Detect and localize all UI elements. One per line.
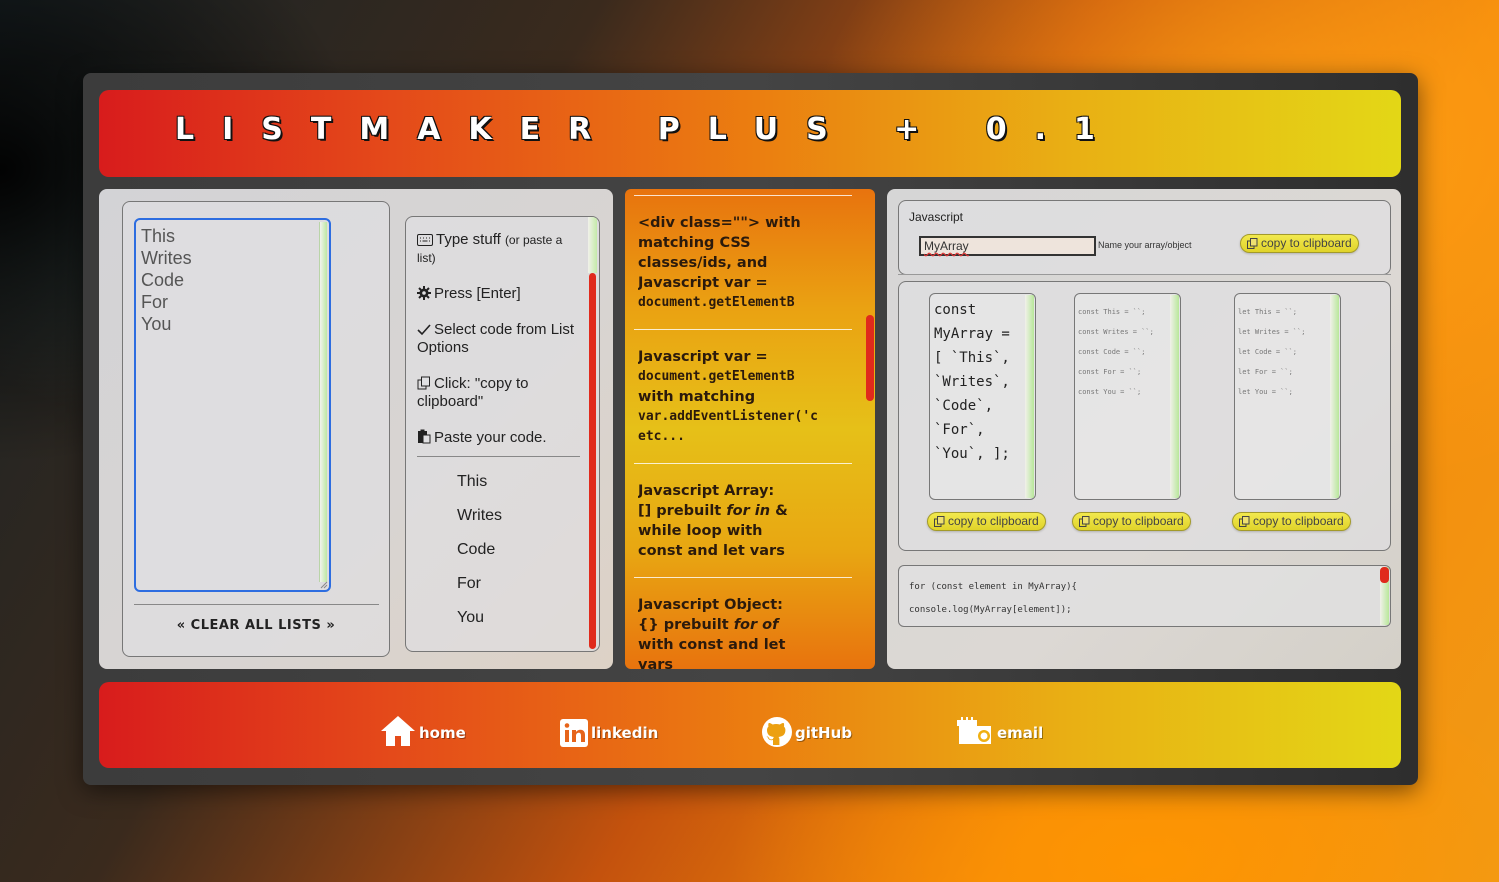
home-icon: [381, 716, 415, 746]
github-link[interactable]: gitHub: [761, 698, 852, 748]
email-link[interactable]: email: [955, 698, 1043, 748]
gear-icon: [417, 286, 431, 300]
option-js-array[interactable]: Javascript Array: [] prebuilt for in & w…: [638, 481, 875, 561]
code-const-box[interactable]: const This = ``; const Writes = ``; cons…: [1074, 293, 1181, 500]
mailbox-icon: [957, 717, 991, 744]
list-line: Writes: [141, 248, 192, 268]
input-card: This Writes Code For You « CLEAR ALL LIS…: [122, 201, 390, 657]
linkedin-icon: [560, 719, 588, 747]
list-line: Code: [141, 270, 185, 290]
page-title: LISTMAKER PLUS + 0.1: [175, 112, 1123, 147]
home-link[interactable]: home: [379, 698, 466, 748]
copy-icon: [417, 376, 430, 390]
scroll-track: [588, 217, 597, 273]
linkedin-link[interactable]: linkedin: [559, 698, 658, 748]
copy-const-button[interactable]: copy to clipboard: [1072, 512, 1191, 531]
loop-code-box[interactable]: for (const element in MyArray){ console.…: [898, 565, 1391, 627]
list-item: For: [457, 575, 481, 592]
divider: [134, 604, 379, 605]
github-icon: [762, 717, 792, 747]
code-output-panel: Javascript Name your array/object copy t…: [887, 189, 1401, 669]
list-textarea[interactable]: This Writes Code For You: [134, 218, 331, 592]
divider: [898, 274, 1391, 275]
list-item: Writes: [457, 507, 503, 524]
textarea-scrollbar[interactable]: [319, 222, 327, 582]
header-banner: LISTMAKER PLUS + 0.1: [99, 90, 1401, 177]
copy-array-button[interactable]: copy to clipboard: [927, 512, 1046, 531]
divider: [634, 195, 852, 196]
instruction-step: Press [Enter]: [417, 285, 577, 303]
code-array-box[interactable]: const MyArray = [ `This`, `Writes`, `Cod…: [929, 293, 1036, 500]
code-scrollbar[interactable]: [1025, 295, 1034, 498]
list-item: You: [457, 609, 484, 626]
instructions-scrollbar[interactable]: [589, 273, 596, 649]
divider: [417, 456, 580, 457]
instructions-card: Type stuff (or paste a list) Press [Ente…: [405, 216, 600, 652]
instruction-step: Select code from List Options: [417, 321, 575, 356]
options-scrollbar[interactable]: [866, 315, 874, 401]
check-icon: [417, 324, 431, 336]
loop-scrollbar[interactable]: [1380, 567, 1389, 583]
code-scrollbar[interactable]: [1330, 295, 1339, 498]
list-line: For: [141, 292, 168, 312]
copy-icon: [1239, 516, 1250, 527]
divider: [634, 577, 852, 578]
instruction-step: Type stuff (or paste a list): [417, 231, 563, 265]
list-panel: This Writes Code For You « CLEAR ALL LIS…: [99, 189, 613, 669]
list-item: Code: [457, 541, 496, 558]
paste-icon: [418, 429, 431, 444]
footer-nav: home linkedin gitHub email: [99, 682, 1401, 768]
divider: [634, 463, 852, 464]
copy-icon: [1247, 238, 1258, 249]
array-name-input[interactable]: MyArray: [919, 236, 1096, 256]
copy-name-button[interactable]: copy to clipboard: [1240, 234, 1359, 253]
keyboard-icon: [417, 234, 433, 246]
clear-all-lists-button[interactable]: « CLEAR ALL LISTS »: [123, 618, 389, 633]
list-item: This: [457, 473, 488, 490]
instruction-step: Click: "copy to clipboard": [417, 375, 529, 410]
list-line: You: [141, 314, 172, 334]
instruction-step: Paste your code.: [417, 429, 577, 447]
code-let-box[interactable]: let This = ``; let Writes = ``; let Code…: [1234, 293, 1341, 500]
copy-icon: [934, 516, 945, 527]
code-scrollbar[interactable]: [1170, 295, 1179, 498]
copy-icon: [1079, 516, 1090, 527]
divider: [634, 329, 852, 330]
list-line: This: [141, 226, 176, 246]
copy-let-button[interactable]: copy to clipboard: [1232, 512, 1351, 531]
list-options-panel: <div class=""> with matching CSS classes…: [625, 189, 875, 669]
resize-handle-icon[interactable]: [320, 581, 328, 589]
option-js-object[interactable]: Javascript Object: {} prebuilt for of wi…: [638, 595, 875, 669]
option-div-with-css[interactable]: <div class=""> with matching CSS classes…: [638, 213, 875, 313]
option-js-var-listener[interactable]: Javascript var = document.getElementB wi…: [638, 347, 875, 447]
name-hint: Name your array/object: [1098, 240, 1192, 250]
code-cards-container: const MyArray = [ `This`, `Writes`, `Cod…: [898, 281, 1391, 551]
section-label: Javascript: [909, 210, 964, 224]
